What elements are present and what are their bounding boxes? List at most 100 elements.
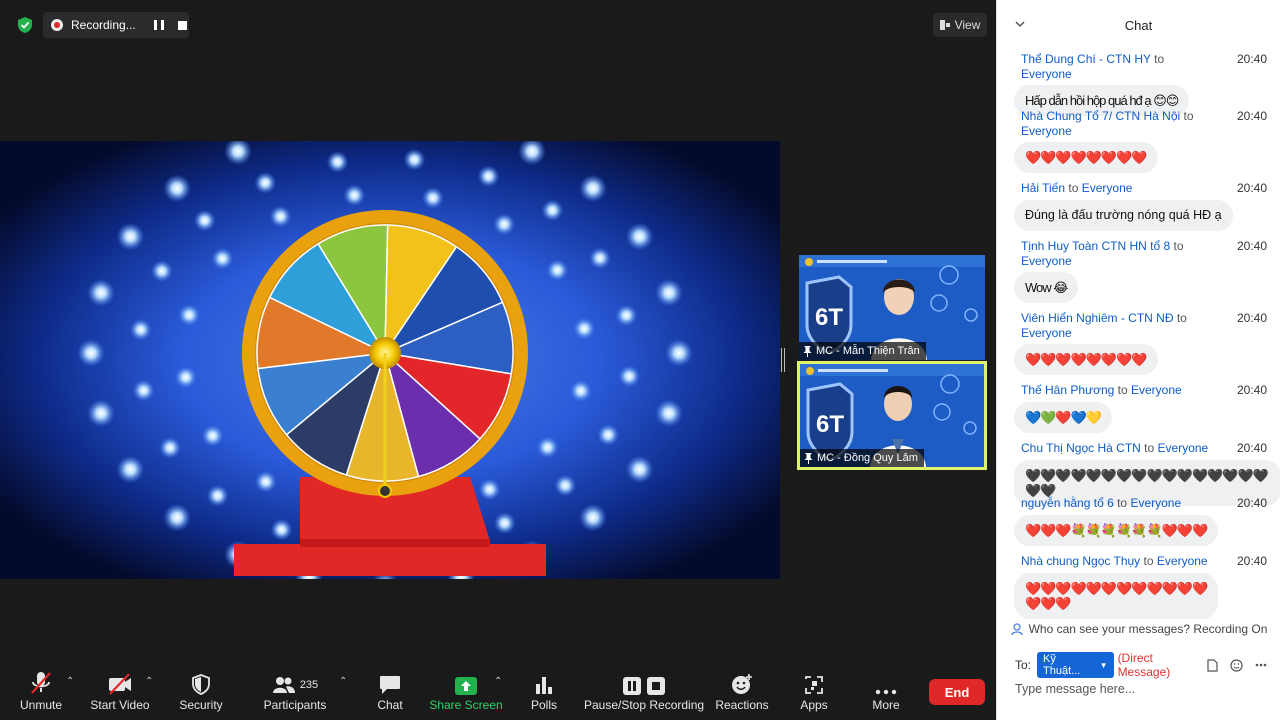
chat-header: Chat <box>997 0 1280 50</box>
chat-timestamp: 20:40 <box>1236 109 1267 123</box>
chat-message-bubble[interactable]: ❤️❤️❤️❤️❤️❤️❤️❤️ <box>1014 142 1158 173</box>
chat-sender[interactable]: Thể Dung Chí - CTN HY <box>1021 52 1151 66</box>
chat-message: Hải Tiến to Everyone 20:40 Đúng là đấu trư… <box>997 181 1280 231</box>
start-video-button[interactable]: Start Video <box>90 668 150 720</box>
glow-light <box>211 247 234 270</box>
chat-message-list[interactable]: Thể Dung Chí - CTN HY to Everyone 20:40 Hấ… <box>997 50 1280 620</box>
participants-icon: 235 <box>272 668 318 698</box>
glow-light <box>201 424 224 447</box>
view-label: View <box>954 18 981 32</box>
end-meeting-button[interactable]: End <box>929 679 985 705</box>
chat-message-bubble[interactable]: 💙💚❤️💙💛 <box>1014 401 1112 433</box>
chat-panel: Chat Thể Dung Chí - CTN HY to Everyone 20… <box>996 0 1280 720</box>
chat-recipient: Everyone <box>1157 441 1209 455</box>
chat-recipient: Everyone <box>1021 123 1072 138</box>
glow-light <box>493 213 516 236</box>
direct-message-label: (Direct Message) <box>1117 651 1171 679</box>
chat-sender[interactable]: Chu Thị Ngọc Hà CTN <box>1021 441 1141 455</box>
chat-sender[interactable]: Hải Tiến <box>1021 181 1065 195</box>
chat-message-input[interactable] <box>1015 680 1265 698</box>
privacy-person-icon <box>1010 622 1023 635</box>
chat-message-header: Viên Hiển Nghiêm - CTN NĐ to Everyone 20:… <box>997 311 1280 340</box>
chevron-down-icon[interactable] <box>1015 19 1025 29</box>
chat-to-word: to <box>1068 181 1079 195</box>
chat-sender[interactable]: Viên Hiển Nghiêm - CTN NĐ <box>1021 311 1174 325</box>
chat-recipient-row: To: Kỹ Thuật... ▼ (Direct Message) <box>1015 651 1267 679</box>
file-icon[interactable] <box>1207 658 1218 672</box>
glow-light <box>163 503 192 532</box>
apps-button[interactable]: Apps <box>798 668 830 720</box>
view-button[interactable]: View <box>933 13 987 37</box>
stop-recording-icon[interactable] <box>177 20 187 30</box>
video-tile-active-speaker[interactable]: 6T MC - Đồng Quy Lâm <box>797 361 987 470</box>
chat-message-header: Thế Hân Phương to Everyone 20:40 <box>997 383 1280 398</box>
chat-sender[interactable]: Nhà Chung Tổ 7/ CTN Hà Nội <box>1021 109 1180 123</box>
participant-name: MC - Đồng Quy Lâm <box>817 452 918 464</box>
chat-message-header: nguyễn hằng tổ 6 to Everyone 20:40 <box>997 496 1280 511</box>
reactions-button[interactable]: Reactions <box>715 668 769 720</box>
pause-stop-recording-button[interactable]: Pause/Stop Recording <box>583 668 705 720</box>
reactions-label: Reactions <box>715 698 769 712</box>
glow-light <box>403 148 426 171</box>
chat-recipient: Everyone <box>1156 554 1208 568</box>
share-options-caret-icon[interactable]: ⌃ <box>494 676 502 687</box>
chat-message-bubble[interactable]: Wow 😂 <box>1014 272 1079 303</box>
polls-button[interactable]: Polls <box>528 668 560 720</box>
audio-options-caret-icon[interactable]: ⌃ <box>66 676 74 687</box>
glow-light <box>206 484 229 507</box>
chat-message-bubble[interactable]: ❤️❤️❤️💐💐💐💐💐💐❤️❤️❤️ <box>1014 514 1219 546</box>
glow-light <box>665 339 693 367</box>
chat-recipient: Everyone <box>1021 66 1072 81</box>
shared-screen <box>0 141 780 579</box>
chat-sender[interactable]: nguyễn hằng tổ 6 <box>1021 496 1114 510</box>
glow-light <box>343 184 366 207</box>
glow-light <box>159 436 182 459</box>
more-options-icon[interactable] <box>1255 663 1267 667</box>
chat-to-word: to <box>1154 52 1165 66</box>
glow-light <box>163 174 192 203</box>
chat-recipient: Everyone <box>1131 383 1182 397</box>
chat-sender[interactable]: Tịnh Huy Toàn CTN HN tổ 8 <box>1021 239 1170 253</box>
resize-handle[interactable] <box>781 348 785 372</box>
video-tile[interactable]: 6T MC - Mẫn Thiện Trân <box>799 255 985 360</box>
pin-icon <box>804 452 813 464</box>
glow-light <box>625 222 654 251</box>
emoji-icon[interactable] <box>1230 658 1243 672</box>
video-options-caret-icon[interactable]: ⌃ <box>145 676 153 687</box>
recipient-dropdown[interactable]: Kỹ Thuật... ▼ <box>1037 652 1114 678</box>
glow-light <box>270 518 293 541</box>
chat-message-bubble[interactable]: Đúng là đấu trường nóng quá HĐ ạ <box>1014 199 1233 231</box>
glow-light <box>87 278 116 307</box>
chat-privacy-note[interactable]: Who can see your messages? Recording On <box>997 622 1280 636</box>
to-label: To: <box>1015 658 1032 672</box>
dropdown-caret-icon: ▼ <box>1099 660 1108 670</box>
chat-sender[interactable]: Nhà chung Ngọc Thụy <box>1021 554 1140 568</box>
pause-stop-recording-label: Pause/Stop Recording <box>583 698 705 712</box>
privacy-note-text: Who can see your messages? Recording On <box>1028 622 1268 636</box>
chat-to-word: to <box>1144 441 1155 455</box>
chat-to-word: to <box>1173 239 1184 253</box>
glow-light <box>477 165 500 188</box>
chat-to-word: to <box>1117 383 1128 397</box>
glow-light <box>654 399 683 428</box>
participants-options-caret-icon[interactable]: ⌃ <box>339 676 347 687</box>
participants-button[interactable]: 235 Participants <box>262 668 328 720</box>
glow-light <box>615 304 638 327</box>
security-button[interactable]: Security <box>176 668 226 720</box>
chat-message-bubble[interactable]: ❤️❤️❤️❤️❤️❤️❤️❤️ <box>1014 344 1158 375</box>
more-button[interactable]: More <box>869 668 903 720</box>
unmute-button[interactable]: Unmute <box>18 668 64 720</box>
recording-label: Recording... <box>71 18 136 32</box>
chat-message: Tịnh Huy Toàn CTN HN tổ 8 to Everyone 20:… <box>997 239 1280 303</box>
glow-light <box>493 512 516 535</box>
glow-light <box>578 174 607 203</box>
chat-sender[interactable]: Thế Hân Phương <box>1021 383 1114 397</box>
chat-message-header: Tịnh Huy Toàn CTN HN tổ 8 to Everyone 20:… <box>997 239 1280 268</box>
glow-light <box>254 171 277 194</box>
encryption-shield-icon[interactable] <box>14 14 36 36</box>
chat-message-bubble[interactable]: ❤️❤️❤️❤️❤️❤️❤️❤️❤️❤️❤️❤️ ❤️❤️❤️ <box>1014 572 1219 619</box>
chat-label: Chat <box>377 698 403 712</box>
chat-button[interactable]: Chat <box>372 668 408 720</box>
pause-recording-icon[interactable] <box>153 20 164 30</box>
share-screen-button[interactable]: Share Screen <box>429 668 503 720</box>
